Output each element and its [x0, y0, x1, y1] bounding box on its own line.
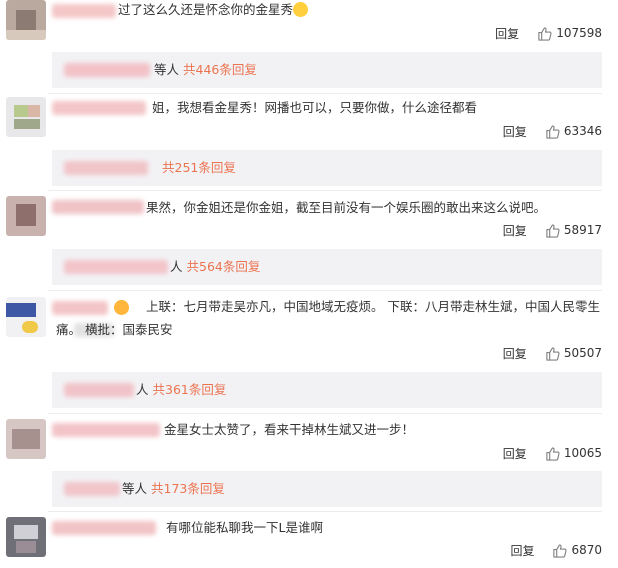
comment-actions: 回复 63346: [503, 123, 602, 139]
reply-count-link[interactable]: 共251条回复: [162, 160, 236, 175]
like-count: 63346: [563, 124, 602, 138]
reply-button[interactable]: 回复: [503, 123, 527, 140]
reply-button[interactable]: 回复: [503, 222, 527, 239]
comment-actions: 回复 58917: [503, 222, 602, 238]
reply-users-blurred: [64, 383, 134, 397]
like-button[interactable]: 50507: [545, 346, 602, 361]
divider: [48, 511, 602, 512]
reply-users-blurred: [64, 161, 148, 175]
laughing-tears-emoji-icon: [293, 2, 309, 17]
divider: [48, 413, 602, 414]
avatar[interactable]: [6, 0, 46, 40]
comment-actions: 回复 6870: [510, 542, 602, 558]
like-count: 107598: [556, 26, 602, 40]
like-button[interactable]: 58917: [545, 223, 602, 238]
replies-summary[interactable]: 等人 共446条回复: [52, 52, 602, 88]
comment-actions: 回复 50507: [503, 345, 602, 361]
comment-text: 金星女士太赞了，看来干掉林生斌又进一步！: [164, 422, 415, 437]
reply-users-blurred: [64, 482, 120, 496]
comment-text-line1: 上联：七月带走吴亦凡，中国地域无疫烦。 下联：八月带走林生斌，中国人民零生: [146, 299, 600, 314]
thumbs-up-icon: [546, 446, 560, 461]
comment-text: 有哪位能私聊我一下L是谁啊: [166, 520, 323, 535]
thumbs-up-icon: [538, 26, 552, 41]
avatar[interactable]: [6, 196, 46, 236]
avatar[interactable]: [6, 419, 46, 459]
username-blurred[interactable]: [52, 4, 116, 18]
username-blurred[interactable]: [52, 301, 108, 315]
thumbs-up-icon: [553, 543, 568, 558]
avatar[interactable]: [6, 297, 46, 337]
comment-text: 姐，我想看金星秀！网播也可以，只要你做，什么途径都看: [152, 100, 478, 115]
avatar[interactable]: [6, 97, 46, 137]
heart-eyes-emoji-icon: [114, 300, 129, 315]
reply-users-blurred: [64, 63, 150, 77]
avatar[interactable]: [6, 517, 46, 557]
like-button[interactable]: 63346: [545, 124, 602, 139]
username-blurred[interactable]: [52, 101, 146, 115]
comment-text: 果然，你金姐还是你金姐，截至目前没有一个娱乐圈的敢出来这么说吧。: [146, 200, 547, 215]
divider: [48, 93, 602, 94]
divider: [48, 190, 602, 191]
like-count: 10065: [563, 446, 602, 460]
reply-count-link[interactable]: 共446条回复: [183, 62, 257, 77]
thumbs-up-icon: [546, 124, 560, 139]
replies-summary[interactable]: 人 共564条回复: [52, 249, 602, 285]
username-blurred[interactable]: [52, 521, 156, 535]
comment-text: 过了这么久还是怀念你的金星秀: [118, 0, 309, 20]
comment-actions: 回复 10065: [503, 445, 602, 461]
reply-count-link[interactable]: 共564条回复: [187, 259, 261, 274]
replies-summary[interactable]: 共251条回复: [52, 150, 602, 186]
reply-button[interactable]: 回复: [503, 345, 527, 362]
username-blurred[interactable]: [52, 200, 144, 214]
reply-users-suffix: 人: [170, 259, 183, 274]
like-button[interactable]: 107598: [537, 26, 602, 41]
like-count: 58917: [563, 223, 602, 237]
reply-count-link[interactable]: 共173条回复: [151, 481, 225, 496]
username-blurred[interactable]: [52, 423, 160, 437]
like-button[interactable]: 10065: [545, 446, 602, 461]
reply-users-blurred: [64, 260, 168, 274]
reply-button[interactable]: 回复: [503, 445, 527, 462]
like-count: 6870: [571, 543, 602, 557]
thumbs-up-icon: [546, 346, 560, 361]
reply-users-suffix: 等人: [154, 62, 180, 77]
like-button[interactable]: 6870: [552, 543, 602, 558]
reply-count-link[interactable]: 共361条回复: [153, 382, 227, 397]
comment-actions: 回复 107598: [495, 25, 602, 41]
replies-summary[interactable]: 人 共361条回复: [52, 372, 602, 408]
reply-users-suffix: 等人: [122, 481, 148, 496]
reply-button[interactable]: 回复: [510, 542, 534, 559]
comment-text-line2: 痛。 横批：国泰民安: [56, 322, 173, 337]
thumbs-up-icon: [546, 223, 560, 238]
reply-users-suffix: 人: [136, 382, 149, 397]
divider: [48, 290, 602, 291]
replies-summary[interactable]: 等人 共173条回复: [52, 471, 602, 507]
like-count: 50507: [563, 346, 602, 360]
reply-button[interactable]: 回复: [495, 25, 519, 42]
